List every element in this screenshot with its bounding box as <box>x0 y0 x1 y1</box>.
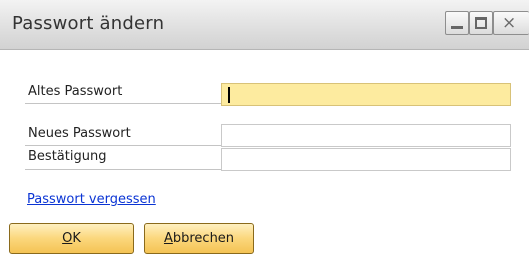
forgot-password-link[interactable]: Passwort vergessen <box>27 192 156 207</box>
old-password-label: Altes Passwort <box>28 84 123 99</box>
confirm-password-divider <box>25 169 221 170</box>
close-button[interactable]: × <box>493 11 529 35</box>
cancel-label-rest: bbrechen <box>172 231 235 246</box>
old-password-input[interactable] <box>221 83 511 106</box>
close-icon: × <box>502 13 517 33</box>
window-title: Passwort ändern <box>12 13 165 34</box>
cancel-button[interactable]: Abbrechen <box>144 223 254 254</box>
title-bar[interactable]: Passwort ändern × <box>0 0 529 50</box>
text-cursor <box>228 87 230 103</box>
minimize-button[interactable] <box>445 11 469 35</box>
ok-mnemonic: O <box>62 231 73 246</box>
ok-label-rest: K <box>72 231 81 246</box>
cancel-mnemonic: A <box>163 231 173 246</box>
new-password-input[interactable] <box>221 124 511 147</box>
change-password-dialog: Passwort ändern × Altes Passwort Neues P… <box>0 0 529 259</box>
new-password-label: Neues Passwort <box>28 126 131 141</box>
ok-button[interactable]: OK <box>9 223 134 254</box>
maximize-button[interactable] <box>469 11 493 35</box>
old-password-divider <box>25 103 221 104</box>
confirm-password-input[interactable] <box>221 148 511 171</box>
new-password-divider <box>25 145 221 146</box>
confirm-password-label: Bestätigung <box>28 149 107 164</box>
